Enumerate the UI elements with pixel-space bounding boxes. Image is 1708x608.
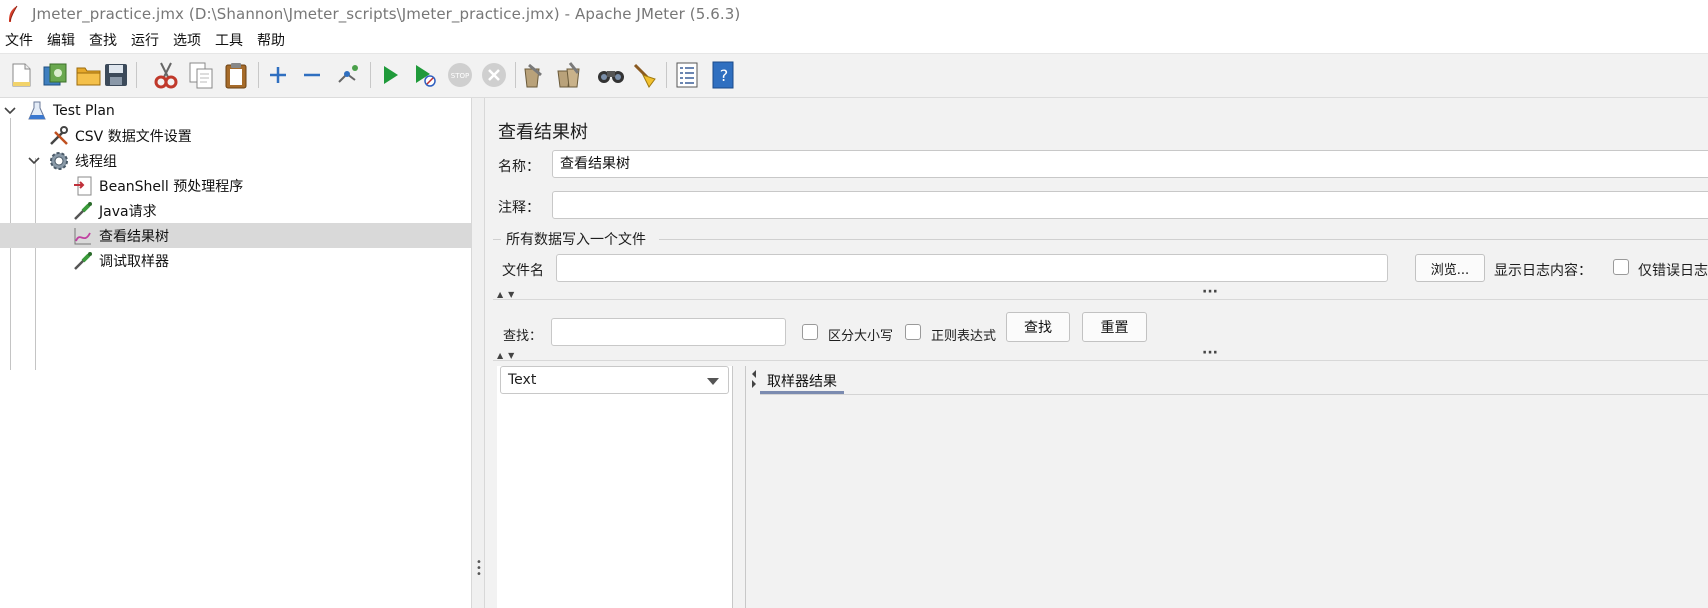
sampler-icon — [72, 250, 94, 272]
splitter-dots-icon[interactable]: ··· — [1202, 285, 1218, 299]
reset-search-icon[interactable] — [630, 60, 660, 90]
chevron-down-icon — [707, 378, 719, 385]
tree-item-java-request[interactable]: Java请求 — [0, 198, 471, 223]
filename-field[interactable] — [556, 254, 1388, 282]
tree-item-debug-sampler[interactable]: 调试取样器 — [0, 248, 471, 273]
gear-icon — [48, 150, 70, 172]
splitter-bar[interactable]: ▲▼ ··· — [493, 346, 1708, 361]
collapse-arrows-icon[interactable] — [750, 368, 758, 390]
splitter-grip-icon[interactable]: • • • — [476, 558, 482, 580]
comment-field[interactable] — [552, 191, 1708, 219]
svg-text:?: ? — [720, 66, 729, 85]
name-field[interactable]: 查看结果树 — [552, 150, 1708, 178]
feather-icon — [9, 5, 18, 22]
start-no-pause-icon[interactable] — [410, 60, 440, 90]
splitter-bar[interactable]: ▲▼ ··· — [493, 285, 1708, 300]
renderer-select[interactable]: Text — [500, 366, 729, 394]
tree-item-view-results-tree[interactable]: 查看结果树 — [0, 223, 471, 248]
help-icon[interactable]: ? — [708, 60, 738, 90]
clear-all-icon[interactable] — [553, 60, 583, 90]
expand-icon[interactable] — [263, 60, 293, 90]
pane-splitter[interactable]: • • • — [471, 98, 485, 608]
test-plan-tree: Test Plan CSV 数据文件设置 线程组 BeanShell 预处理程序… — [0, 98, 471, 608]
reset-button[interactable]: 重置 — [1082, 312, 1147, 342]
paste-icon[interactable] — [221, 60, 251, 90]
function-helper-icon[interactable] — [672, 60, 702, 90]
results-list[interactable] — [497, 366, 733, 608]
file-group-title: 所有数据写入一个文件 — [506, 232, 646, 248]
regex-label: 正则表达式 — [931, 329, 997, 344]
regex-checkbox[interactable] — [905, 324, 921, 340]
name-label: 名称： — [498, 159, 540, 175]
menu-help[interactable]: 帮助 — [250, 28, 292, 54]
panel-heading: 查看结果树 — [498, 122, 588, 143]
menu-search[interactable]: 查找 — [82, 28, 124, 54]
sampler-icon — [72, 200, 94, 222]
listener-icon — [72, 225, 94, 247]
search-field[interactable] — [551, 318, 786, 346]
tree-item-beanshell-preprocessor[interactable]: BeanShell 预处理程序 — [0, 173, 471, 198]
browse-button[interactable]: 浏览... — [1415, 254, 1485, 282]
errors-only-label: 仅错误日志 — [1638, 263, 1708, 279]
comment-label: 注释： — [498, 200, 540, 216]
errors-only-checkbox[interactable] — [1613, 259, 1629, 275]
tree-item-test-plan[interactable]: Test Plan — [0, 98, 471, 123]
window-title: Jmeter_practice.jmx (D:\Shannon\Jmeter_s… — [32, 5, 741, 23]
collapse-icon[interactable] — [297, 60, 327, 90]
renderer-select-value: Text — [508, 372, 537, 388]
svg-text:STOP: STOP — [451, 72, 469, 80]
menu-run[interactable]: 运行 — [124, 28, 166, 54]
menu-options[interactable]: 选项 — [166, 28, 208, 54]
splitter-dots-icon[interactable]: ··· — [1202, 346, 1218, 360]
search-label: 查找： — [503, 329, 543, 344]
start-icon[interactable] — [375, 60, 405, 90]
flask-icon — [26, 100, 48, 122]
menu-tools[interactable]: 工具 — [208, 28, 250, 54]
results-splitter[interactable] — [745, 366, 746, 608]
clear-icon[interactable] — [518, 60, 548, 90]
tree-item-csv-data-set[interactable]: CSV 数据文件设置 — [0, 123, 471, 148]
log-content-label: 显示日志内容： — [1494, 263, 1592, 279]
preprocessor-icon — [72, 175, 94, 197]
tools-icon — [48, 125, 70, 147]
case-sensitive-label: 区分大小写 — [828, 329, 894, 344]
menu-bar: 文件 编辑 查找 运行 选项 工具 帮助 — [0, 28, 1708, 54]
shutdown-icon[interactable] — [479, 60, 509, 90]
new-file-icon[interactable] — [6, 60, 36, 90]
case-sensitive-checkbox[interactable] — [802, 324, 818, 340]
tab-sampler-result[interactable]: 取样器结果 — [767, 371, 837, 391]
menu-file[interactable]: 文件 — [0, 28, 40, 54]
open-icon[interactable] — [74, 60, 104, 90]
search-icon[interactable] — [596, 60, 626, 90]
stop-icon[interactable]: STOP — [445, 60, 475, 90]
copy-icon[interactable] — [186, 60, 216, 90]
find-button[interactable]: 查找 — [1006, 312, 1070, 342]
tree-item-thread-group[interactable]: 线程组 — [0, 148, 471, 173]
save-icon[interactable] — [101, 60, 131, 90]
menu-edit[interactable]: 编辑 — [40, 28, 82, 54]
toggle-icon[interactable] — [333, 60, 363, 90]
view-results-tree-panel: 查看结果树 名称： 查看结果树 注释： 所有数据写入一个文件 文件名 浏览...… — [485, 98, 1708, 608]
title-bar: Jmeter_practice.jmx (D:\Shannon\Jmeter_s… — [0, 0, 1708, 28]
filename-label: 文件名 — [502, 263, 544, 279]
templates-icon[interactable] — [40, 60, 70, 90]
cut-icon[interactable] — [151, 60, 181, 90]
toolbar: STOP ? — [0, 54, 1708, 98]
